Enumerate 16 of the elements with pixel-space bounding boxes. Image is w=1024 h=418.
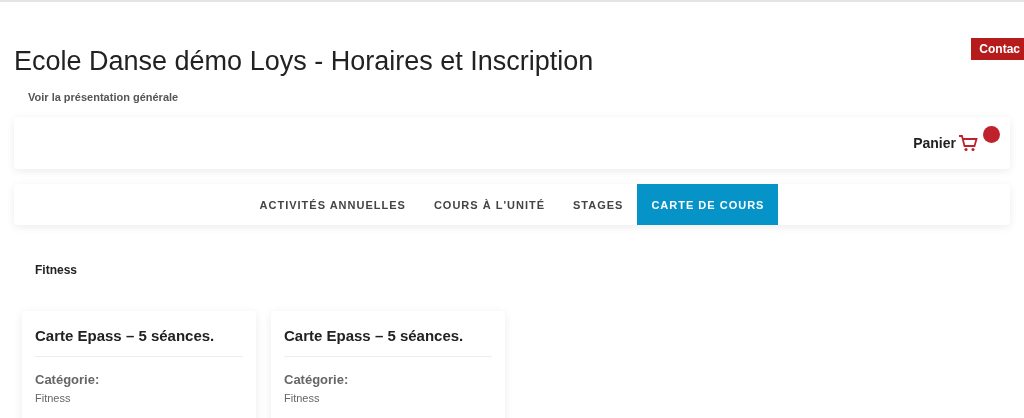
contact-button[interactable]: Contac bbox=[971, 38, 1024, 60]
card-title: Carte Epass – 5 séances. bbox=[35, 327, 243, 357]
section-title: Fitness bbox=[35, 263, 77, 277]
field-value: Fitness bbox=[35, 392, 72, 404]
tab[interactable]: ACTIVITÉS ANNUELLES bbox=[245, 184, 420, 225]
page-title: Ecole Danse démo Loys - Horaires et Inscription bbox=[14, 45, 594, 78]
field-label: Catégorie: bbox=[35, 372, 101, 387]
card-title: Carte Epass – 5 séances. bbox=[284, 327, 492, 357]
cart-link[interactable]: Panier bbox=[913, 135, 956, 151]
cart-icon[interactable] bbox=[958, 134, 978, 152]
tab[interactable]: COURS À L'UNITÉ bbox=[419, 184, 559, 225]
tab[interactable]: STAGES bbox=[559, 184, 638, 225]
field-label: Catégorie: bbox=[284, 372, 350, 387]
cart-badge bbox=[983, 126, 1000, 143]
field-value: Fitness bbox=[284, 392, 321, 404]
overview-link[interactable]: Voir la présentation générale bbox=[28, 91, 179, 103]
